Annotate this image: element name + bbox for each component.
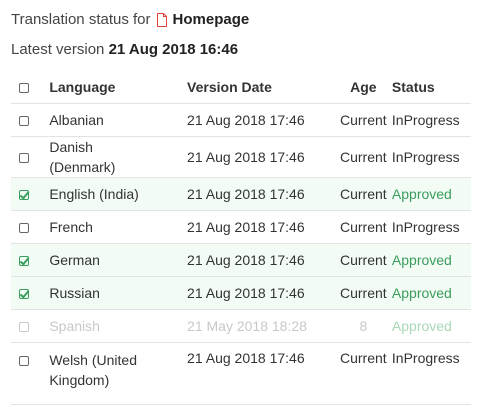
language-name: Spanish: [49, 318, 100, 334]
language-name: English (India): [49, 186, 139, 202]
page-name[interactable]: Homepage: [173, 11, 250, 28]
version-date-cell: 21 Aug 2018 17:46: [187, 243, 335, 277]
status-cell: Approved: [391, 276, 471, 310]
latest-prefix: Latest version: [11, 41, 105, 58]
age-cell: Current: [334, 136, 392, 178]
latest-version-value: 21 Aug 2018 16:46: [108, 41, 239, 58]
status-cell: Approved: [391, 309, 471, 343]
version-date-cell: 21 May 2018 18:28: [187, 309, 335, 343]
version-date-cell: 21 Aug 2018 17:46: [187, 342, 335, 405]
language-name: French: [49, 219, 93, 235]
language-cell: Russian: [49, 276, 188, 310]
language-cell: French: [49, 210, 188, 244]
language-cell: Welsh (United Kingdom): [49, 342, 188, 405]
row-checkbox-cell: [11, 342, 50, 405]
version-date-cell: 21 Aug 2018 17:46: [187, 210, 335, 244]
panel-title: Translation status for Homepage: [11, 11, 249, 28]
language-name: Albanian: [49, 112, 104, 128]
row-checkbox[interactable]: [19, 190, 29, 201]
row-checkbox[interactable]: [19, 223, 29, 234]
translation-status-panel: Translation status for Homepage Latest v…: [0, 0, 484, 405]
row-checkbox[interactable]: [19, 322, 29, 333]
version-date-cell: 21 Aug 2018 17:46: [187, 177, 335, 211]
table-row[interactable]: Danish (Denmark) 21 Aug 2018 17:46 Current…: [11, 136, 471, 178]
column-header-version-date[interactable]: Version Date: [187, 71, 335, 104]
row-checkbox[interactable]: [19, 289, 29, 300]
age-cell: Current: [334, 210, 392, 244]
row-checkbox-cell: [11, 210, 50, 244]
table-row[interactable]: Albanian 21 Aug 2018 17:46 Current InProgre…: [11, 103, 471, 137]
row-checkbox-cell: [11, 243, 50, 277]
language-name: Danish (Denmark): [49, 139, 116, 175]
title-prefix: Translation status for: [11, 11, 151, 28]
table-row[interactable]: Spanish 21 May 2018 18:28 8 Approved: [11, 309, 471, 343]
page-icon: [156, 12, 167, 27]
table-row[interactable]: English (India) 21 Aug 2018 17:46 Current A…: [11, 177, 471, 211]
translation-table: Language Version Date Age Status Albania…: [11, 71, 471, 405]
row-checkbox[interactable]: [19, 356, 29, 367]
status-cell: Approved: [391, 243, 471, 277]
row-checkbox[interactable]: [19, 256, 29, 267]
table-row[interactable]: Welsh (United Kingdom) 21 Aug 2018 17:46 C…: [11, 342, 471, 405]
row-checkbox-cell: [11, 309, 50, 343]
language-name: German: [49, 252, 100, 268]
age-cell: Current: [334, 276, 392, 310]
version-date-cell: 21 Aug 2018 17:46: [187, 276, 335, 310]
row-checkbox[interactable]: [19, 153, 29, 164]
select-all-cell: [11, 71, 50, 104]
language-cell: Danish (Denmark): [49, 136, 188, 178]
row-checkbox[interactable]: [19, 116, 29, 127]
age-cell: Current: [334, 103, 392, 137]
age-cell: Current: [334, 243, 392, 277]
table-row[interactable]: German 21 Aug 2018 17:46 Current Approved: [11, 243, 471, 277]
version-date-cell: 21 Aug 2018 17:46: [187, 136, 335, 178]
status-cell: InProgress: [391, 210, 471, 244]
status-cell: InProgress: [391, 342, 471, 405]
column-header-language[interactable]: Language: [49, 71, 188, 104]
row-checkbox-cell: [11, 103, 50, 137]
row-checkbox-cell: [11, 136, 50, 178]
row-checkbox-cell: [11, 276, 50, 310]
table-row[interactable]: Russian 21 Aug 2018 17:46 Current Approved: [11, 276, 471, 310]
age-cell: Current: [334, 177, 392, 211]
table-header-row: Language Version Date Age Status: [11, 71, 471, 104]
latest-version: Latest version 21 Aug 2018 16:46: [11, 41, 238, 58]
status-cell: Approved: [391, 177, 471, 211]
status-cell: InProgress: [391, 136, 471, 178]
version-date-cell: 21 Aug 2018 17:46: [187, 103, 335, 137]
age-cell: Current: [334, 342, 392, 405]
language-cell: Spanish: [49, 309, 188, 343]
language-cell: English (India): [49, 177, 188, 211]
language-cell: Albanian: [49, 103, 188, 137]
age-cell: 8: [334, 309, 392, 343]
status-cell: InProgress: [391, 103, 471, 137]
table-row[interactable]: French 21 Aug 2018 17:46 Current InProgress: [11, 210, 471, 244]
column-header-age[interactable]: Age: [334, 71, 392, 104]
row-checkbox-cell: [11, 177, 50, 211]
language-name: Welsh (United Kingdom): [49, 352, 137, 388]
language-name: Russian: [49, 285, 100, 301]
language-cell: German: [49, 243, 188, 277]
column-header-status[interactable]: Status: [391, 71, 471, 104]
select-all-checkbox[interactable]: [19, 83, 29, 94]
